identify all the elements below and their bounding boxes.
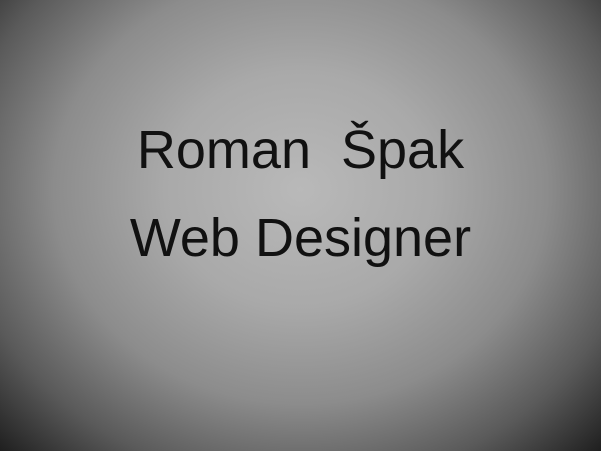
vignette-background: Roman Špak Web Designer [0, 0, 601, 451]
person-name: Roman Špak [136, 120, 465, 180]
job-title: Web Designer [129, 208, 472, 268]
